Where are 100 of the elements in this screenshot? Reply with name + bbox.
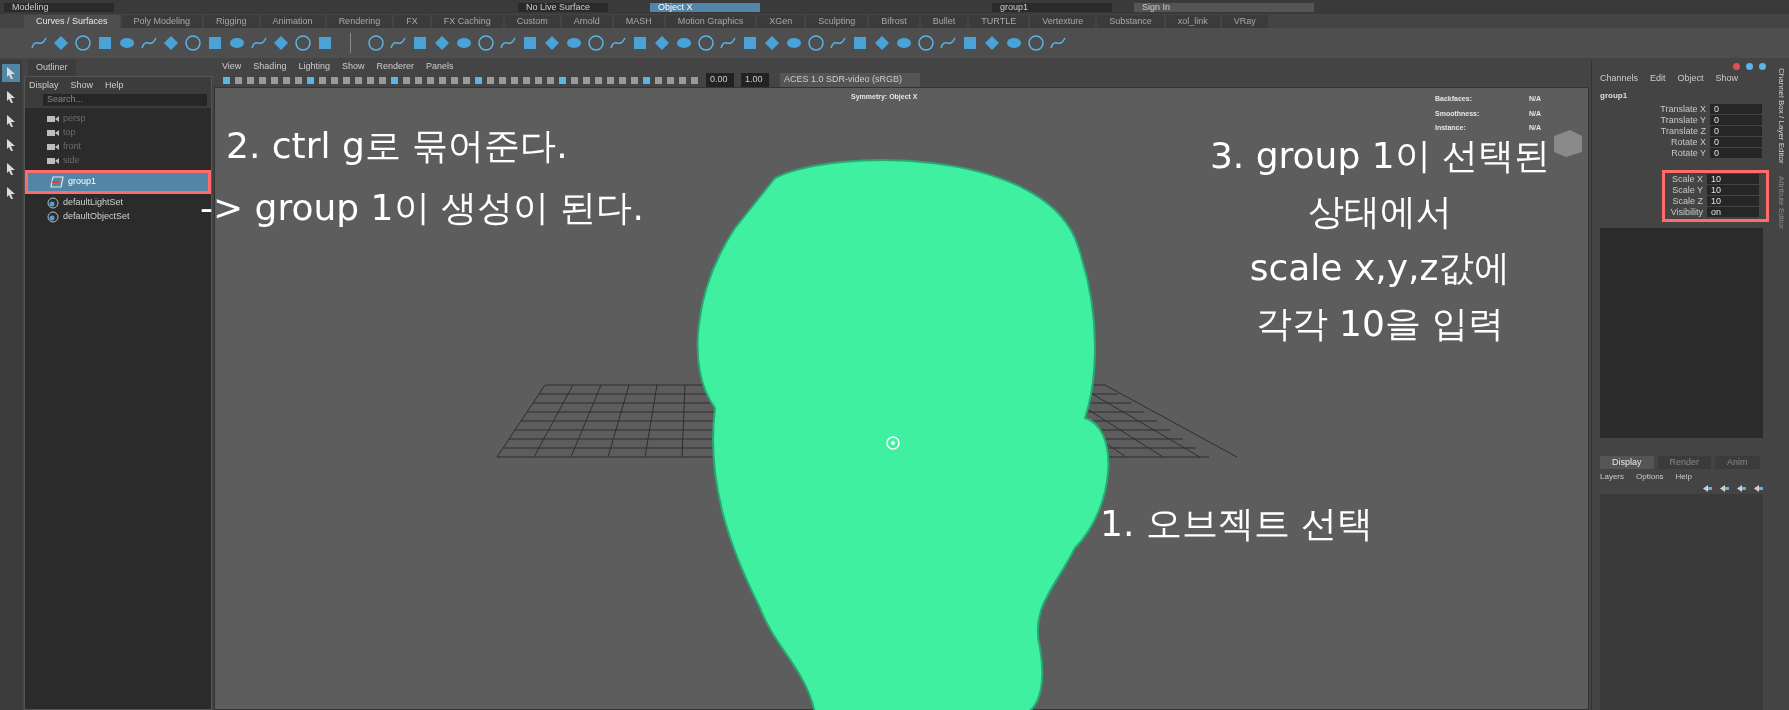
shelf-tool-icon[interactable] [917, 34, 935, 52]
shelf-tool-icon[interactable] [162, 34, 180, 52]
layer-tab[interactable]: Anim [1715, 455, 1760, 469]
shelf-tool-icon[interactable] [433, 34, 451, 52]
shelf-tab[interactable]: FX Caching [431, 15, 503, 28]
annotation-text: scale x,y,z값에 [1249, 250, 1511, 286]
shelf-tool-icon[interactable] [96, 34, 114, 52]
menu-item[interactable]: Show [1715, 72, 1739, 86]
shelf-tool-icon[interactable] [52, 34, 70, 52]
shelf-tab[interactable]: Bifrost [869, 15, 919, 28]
shelf-tab[interactable]: Poly Modeling [121, 15, 203, 28]
exposure-field[interactable]: 1.00 [741, 73, 769, 87]
menu-item[interactable]: Options [1636, 471, 1664, 483]
attribute-value-field[interactable]: on [1707, 207, 1759, 217]
shelf-tab[interactable]: VRay [1221, 15, 1268, 28]
attribute-label: Scale Y [1671, 185, 1703, 195]
shelf-tool-icon[interactable] [873, 34, 891, 52]
shelf-tool-icon[interactable] [961, 34, 979, 52]
shelf-tab[interactable]: TURTLE [969, 15, 1029, 28]
shelf-tool-icon[interactable] [74, 34, 92, 52]
annotation-text: 상태에서 [1308, 194, 1452, 230]
shelf-tab[interactable]: Bullet [920, 15, 968, 28]
menu-item[interactable]: Layers [1600, 471, 1624, 483]
shelf-tool-icon[interactable] [807, 34, 825, 52]
attribute-label: Rotate Y [1670, 148, 1706, 158]
live-surface-field[interactable]: No Live Surface [518, 2, 608, 12]
search-field[interactable]: Search... [43, 94, 207, 106]
shelf-tab[interactable]: Arnold [561, 15, 612, 28]
shelf-tool-icon[interactable] [521, 34, 539, 52]
color-space-dropdown[interactable]: ACES 1.0 SDR-video (sRGB) [780, 73, 920, 87]
shelf-tool-icon[interactable] [631, 34, 649, 52]
shelf-tab[interactable]: Motion Graphics [665, 15, 756, 28]
panel-tab[interactable]: Outliner [28, 60, 76, 76]
attribute-value-field[interactable]: 10 [1707, 196, 1759, 206]
annotation-text: 2. ctrl g로 묶어준다. [226, 128, 568, 164]
shelf-tab[interactable]: Vertexture [1030, 15, 1096, 28]
shelf-tab[interactable]: XGen [757, 15, 805, 28]
shelf-tool-icon[interactable] [653, 34, 671, 52]
shelf-tool-icon[interactable] [587, 34, 605, 52]
attribute-value-field[interactable]: 0 [1710, 137, 1762, 147]
shelf-tool-icon[interactable] [477, 34, 495, 52]
menu-item[interactable]: Object [1677, 72, 1704, 86]
shelf-tab[interactable]: Substance [1097, 15, 1164, 28]
menu-item[interactable]: Shading [253, 59, 287, 74]
symmetry-dropdown[interactable]: Object X [650, 2, 760, 12]
shelf-tab[interactable]: xol_link [1165, 15, 1220, 28]
menu-item[interactable]: Lighting [298, 59, 330, 74]
layer-tool-icon[interactable] [1703, 485, 1712, 492]
shelf-tab[interactable]: Sculpting [806, 15, 868, 28]
shelf-tool-icon[interactable] [851, 34, 869, 52]
shelf-tool-icon[interactable] [983, 34, 1001, 52]
layer-tool-icon[interactable] [1754, 485, 1763, 492]
attribute-value-field[interactable]: 0 [1710, 104, 1762, 114]
shelf-tab[interactable]: Custom [504, 15, 560, 28]
attribute-value-field[interactable]: 0 [1710, 115, 1762, 125]
menu-item[interactable]: Edit [1650, 72, 1666, 86]
side-tab[interactable]: Channel Box / Layer Editor [1775, 68, 1787, 164]
attribute-value-field[interactable]: 0 [1710, 126, 1762, 136]
shelf-tab[interactable]: Curves / Surfaces [24, 15, 120, 28]
layer-tab[interactable]: Display [1600, 455, 1654, 469]
menu-item[interactable]: Panels [425, 59, 454, 74]
shelf-tool-icon[interactable] [411, 34, 429, 52]
menu-item[interactable]: Renderer [376, 59, 414, 74]
shelf-tab[interactable]: Rendering [326, 15, 393, 28]
shelf-tab[interactable]: Rigging [204, 15, 259, 28]
attribute-value-field[interactable]: 10 [1707, 185, 1759, 195]
shelf-tool-icon[interactable] [741, 34, 759, 52]
mode-dropdown[interactable]: Modeling [4, 2, 114, 12]
shelf-tool-icon[interactable] [272, 34, 290, 52]
shelf-tool-icon[interactable] [1027, 34, 1045, 52]
shelf-tab[interactable]: MASH [613, 15, 664, 28]
layer-tool-icon[interactable] [1737, 485, 1746, 492]
shelf-tool-icon[interactable] [763, 34, 781, 52]
attribute-label: Translate Y [1659, 115, 1706, 125]
menu-item[interactable]: Show [70, 78, 94, 92]
menu-item[interactable]: Display [29, 78, 59, 92]
shelf-tool-icon[interactable] [184, 34, 202, 52]
shelf-tool-icon[interactable] [206, 34, 224, 52]
menu-item[interactable]: View [222, 59, 242, 74]
object-name-field[interactable]: group1 [992, 2, 1112, 12]
attribute-value-field[interactable]: 10 [1707, 174, 1759, 184]
shelf-tool-icon[interactable] [367, 34, 385, 52]
menu-item[interactable]: Help [1675, 471, 1693, 483]
shelf-tab[interactable]: Animation [260, 15, 325, 28]
layer-tool-icon[interactable] [1720, 485, 1729, 492]
shelf-tool-icon[interactable] [543, 34, 561, 52]
shelf-tool-icon[interactable] [697, 34, 715, 52]
attribute-label: Translate X [1659, 104, 1706, 114]
shelf-tool-icon[interactable] [294, 34, 312, 52]
set-icon [47, 211, 59, 223]
menu-item[interactable]: Help [105, 78, 124, 92]
menu-item[interactable]: Channels [1600, 72, 1639, 86]
shelf-tab[interactable]: FX [394, 15, 430, 28]
sign-in-dropdown[interactable]: Sign In [1134, 2, 1314, 12]
gamma-field[interactable]: 0.00 [706, 73, 734, 87]
camera-icon [47, 157, 59, 165]
attribute-value-field[interactable]: 0 [1710, 148, 1762, 158]
shelf-tool-icon[interactable] [316, 34, 334, 52]
outliner-item[interactable]: group1 [25, 170, 211, 194]
menu-item[interactable]: Show [341, 59, 365, 74]
